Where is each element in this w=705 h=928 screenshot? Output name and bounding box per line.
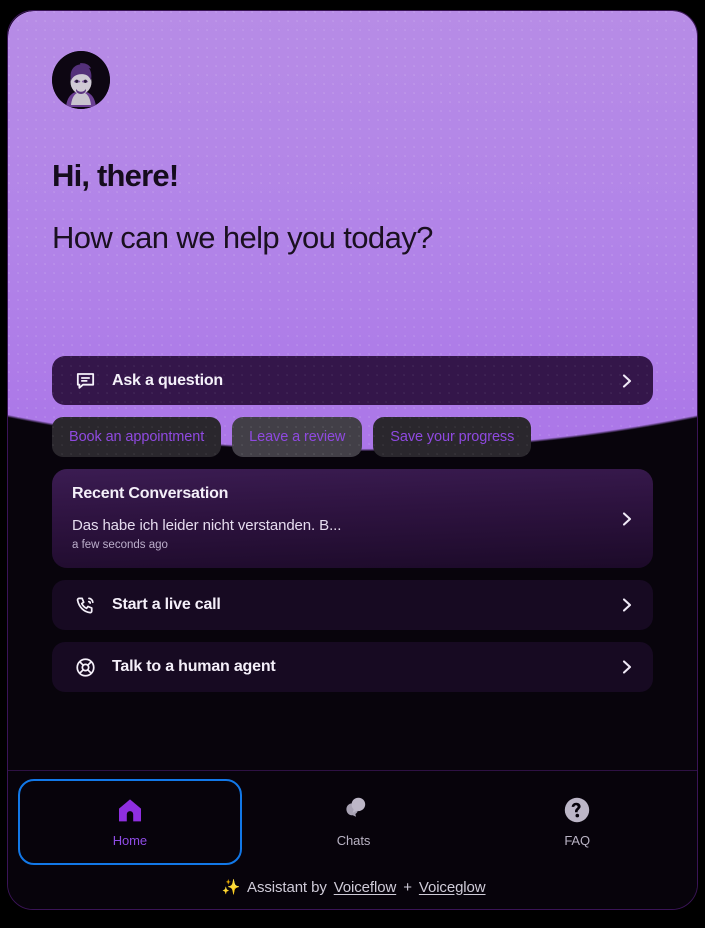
- footer-prefix: Assistant by: [247, 878, 327, 896]
- recent-conversation-snippet: Das habe ich leider nicht verstanden. B.…: [72, 517, 342, 534]
- quick-reply-leave-a-review[interactable]: Leave a review: [232, 417, 362, 457]
- sparkles-icon: ✨: [221, 879, 241, 896]
- chevron-right-icon: [621, 372, 633, 390]
- chat-widget: Hi, there! How can we help you today? As…: [7, 10, 698, 910]
- nav-tab-chats[interactable]: Chats: [242, 779, 466, 865]
- talk-to-a-human-agent-button[interactable]: Talk to a human agent: [52, 642, 653, 692]
- chats-bubbles-icon: [340, 796, 368, 824]
- recent-conversation-timestamp: a few seconds ago: [72, 539, 168, 551]
- nav-tab-home-label: Home: [112, 833, 147, 848]
- nav-tab-chats-label: Chats: [336, 833, 371, 848]
- quick-reply-book-an-appointment[interactable]: Book an appointment: [52, 417, 221, 457]
- footer-attribution: ✨ Assistant by Voiceflow + Voiceglow: [8, 865, 697, 909]
- start-a-live-call-label: Start a live call: [112, 596, 221, 613]
- ask-a-question-button[interactable]: Ask a question: [52, 356, 653, 405]
- chat-bubble-lines-icon: [74, 369, 97, 392]
- widget-body: Ask a question Book an appointment Leave…: [8, 11, 697, 692]
- quick-reply-label: Leave a review: [249, 429, 346, 445]
- phone-ring-icon: [74, 594, 97, 617]
- talk-to-a-human-agent-label: Talk to a human agent: [112, 658, 276, 675]
- nav-tab-faq-label: FAQ: [564, 833, 591, 848]
- question-mark-circle-icon: [563, 796, 591, 824]
- chevron-right-icon: [621, 510, 633, 528]
- home-icon: [116, 796, 144, 824]
- recent-conversation-card[interactable]: Recent Conversation Das habe ich leider …: [52, 469, 653, 568]
- voiceflow-link[interactable]: Voiceflow: [334, 879, 397, 896]
- chevron-right-icon: [621, 596, 633, 614]
- nav-tab-faq[interactable]: FAQ: [465, 779, 689, 865]
- quick-reply-row: Book an appointment Leave a review Save …: [52, 417, 653, 457]
- quick-reply-save-your-progress[interactable]: Save your progress: [373, 417, 531, 457]
- nav-tab-home[interactable]: Home: [18, 779, 242, 865]
- start-a-live-call-button[interactable]: Start a live call: [52, 580, 653, 630]
- recent-conversation-title: Recent Conversation: [72, 485, 229, 502]
- chevron-right-icon: [621, 658, 633, 676]
- bottom-navigation: Home Chats FAQ ✨ Assistant by Voiceflow …: [8, 770, 697, 909]
- footer-separator: +: [403, 878, 412, 896]
- lifebuoy-support-icon: [74, 656, 97, 679]
- voiceglow-link[interactable]: Voiceglow: [419, 879, 486, 896]
- quick-reply-label: Save your progress: [390, 429, 515, 445]
- quick-reply-label: Book an appointment: [69, 429, 205, 445]
- nav-tab-row: Home Chats FAQ: [8, 771, 697, 865]
- ask-a-question-label: Ask a question: [112, 371, 224, 389]
